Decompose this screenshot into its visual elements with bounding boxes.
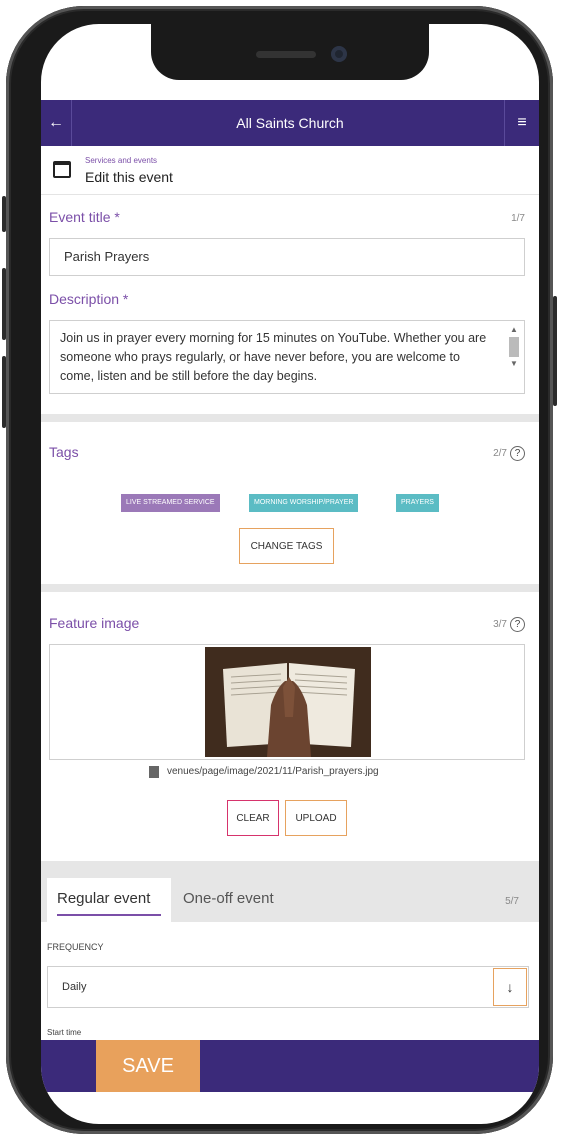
breadcrumb[interactable]: Services and events	[85, 156, 157, 165]
section-divider	[41, 584, 539, 592]
speaker-grille	[256, 51, 316, 58]
section-divider	[41, 414, 539, 422]
volume-down-button	[2, 268, 6, 340]
phone-frame: ← All Saints Church ≡ Services and event…	[2, 6, 557, 1134]
help-icon[interactable]: ?	[510, 617, 525, 632]
scroll-up-icon[interactable]: ▲	[508, 325, 520, 335]
help-icon[interactable]: ?	[510, 446, 525, 461]
page-header: Services and events Edit this event	[41, 146, 539, 195]
tag-chip: MORNING WORSHIP/PRAYER	[249, 494, 359, 512]
power-button	[553, 296, 557, 406]
page-title: Edit this event	[85, 169, 173, 185]
app-bar: ← All Saints Church ≡	[41, 100, 539, 146]
textarea-scrollbar[interactable]: ▲ ▼	[508, 325, 520, 389]
notch	[151, 24, 429, 80]
tab-regular-label: Regular event	[57, 890, 151, 907]
scroll-thumb[interactable]	[509, 337, 519, 357]
file-path: venues/page/image/2021/11/Parish_prayers…	[167, 766, 379, 777]
feature-photo	[205, 647, 371, 757]
tab-regular-event[interactable]: Regular event	[47, 878, 171, 922]
front-camera	[331, 46, 347, 62]
volume-up-button	[2, 196, 6, 232]
scroll-down-icon[interactable]: ▼	[508, 359, 520, 369]
feature-image-counter-wrap: 3/7?	[493, 617, 525, 632]
description-label: Description *	[49, 291, 129, 307]
description-textarea[interactable]: Join us in prayer every morning for 15 m…	[49, 320, 525, 394]
event-title-counter: 1/7	[511, 213, 525, 224]
frequency-label: FREQUENCY	[47, 942, 104, 952]
frequency-select[interactable]: Daily	[47, 966, 529, 1008]
save-button[interactable]: SAVE	[96, 1040, 200, 1092]
screen: ← All Saints Church ≡ Services and event…	[41, 24, 539, 1124]
tag-chip: PRAYERS	[396, 494, 439, 512]
tab-underline	[57, 914, 161, 916]
schedule-counter: 5/7	[505, 896, 519, 907]
feature-image-label: Feature image	[49, 615, 140, 631]
event-title-label: Event title *	[49, 209, 120, 225]
tab-one-off-event[interactable]: One-off event	[183, 890, 274, 907]
description-text: Join us in prayer every morning for 15 m…	[60, 331, 487, 383]
volume-button-lower	[2, 356, 6, 428]
tags-counter-wrap: 2/7?	[493, 446, 525, 461]
chevron-down-icon[interactable]: ↓	[493, 968, 527, 1006]
app-title: All Saints Church	[236, 115, 344, 131]
hamburger-icon: ≡	[517, 114, 527, 131]
feature-image-counter: 3/7	[493, 619, 507, 631]
change-tags-button[interactable]: CHANGE TAGS	[239, 528, 334, 564]
tags-label: Tags	[49, 444, 79, 460]
file-icon	[149, 766, 159, 778]
menu-button[interactable]: ≡	[504, 100, 539, 146]
start-time-label: Start time	[47, 1028, 82, 1037]
calendar-icon	[53, 161, 71, 178]
frequency-value: Daily	[62, 981, 87, 993]
clear-button[interactable]: CLEAR	[227, 800, 279, 836]
tag-chip: LIVE STREAMED SERVICE	[121, 494, 220, 512]
tags-counter: 2/7	[493, 448, 507, 460]
event-title-input[interactable]: Parish Prayers	[49, 238, 525, 276]
upload-button[interactable]: UPLOAD	[285, 800, 347, 836]
